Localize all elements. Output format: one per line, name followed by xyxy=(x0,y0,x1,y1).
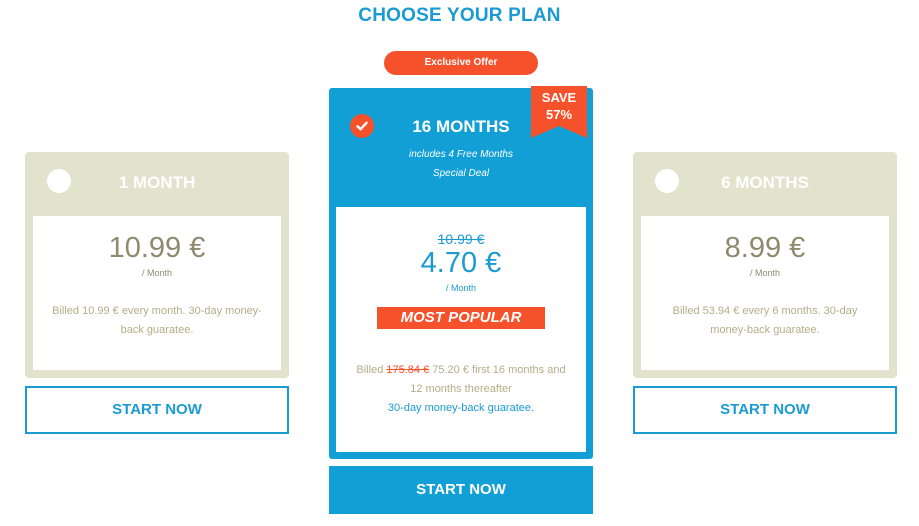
old-price: 10.99 € xyxy=(437,231,485,247)
save-text: SAVE 57% xyxy=(531,89,587,123)
start-now-button-16-months[interactable]: START NOW xyxy=(329,466,593,514)
billing-line-2: 12 months thereafter xyxy=(410,383,512,395)
plan-card-header: 6 MONTHS xyxy=(633,152,897,216)
billing-line-1: Billed 175.84 € 75.20 € first 16 months … xyxy=(346,361,576,380)
plan-price: 4.70 € xyxy=(420,247,502,279)
start-now-button-6-months[interactable]: START NOW xyxy=(633,386,897,434)
most-popular-badge: MOST POPULAR xyxy=(377,307,545,329)
save-ribbon-badge: SAVE 57% xyxy=(531,86,587,138)
billing-details: Billed 10.99 € every month. 30-day money… xyxy=(52,305,262,336)
plan-subtitle-free-months: includes 4 Free Months xyxy=(409,149,513,160)
price-period: / Month xyxy=(749,268,780,278)
guarantee-text: 30-day money-back guaratee. xyxy=(387,402,535,414)
plan-card-header: 1 MONTH xyxy=(25,152,289,216)
billing-details: Billed 53.94 € every 6 months. 30-day mo… xyxy=(672,305,858,336)
plan-card-16-months[interactable]: 16 MONTHS includes 4 Free Months Special… xyxy=(329,86,593,459)
plan-subtitle-special-deal: Special Deal xyxy=(432,168,490,179)
price-period: / Month xyxy=(141,268,172,278)
price-period: / Month xyxy=(445,283,476,293)
plan-card-6-months[interactable]: 6 MONTHS 8.99 € / Month Billed 53.94 € e… xyxy=(633,152,897,378)
billing-details: Billed 175.84 € 75.20 € first 16 months … xyxy=(346,361,576,418)
billed-old-amount: 175.84 € xyxy=(386,364,430,376)
plan-card-1-month[interactable]: 1 MONTH 10.99 € / Month Billed 10.99 € e… xyxy=(25,152,289,378)
plan-card-body: 10.99 € / Month Billed 10.99 € every mon… xyxy=(33,216,281,370)
billed-new-amount: 75.20 € first 16 months and xyxy=(432,364,566,376)
exclusive-offer-badge: Exclusive Offer xyxy=(384,51,538,75)
save-percent: 57% xyxy=(545,107,573,122)
plan-card-body: 8.99 € / Month Billed 53.94 € every 6 mo… xyxy=(641,216,889,370)
plan-name: 1 MONTH xyxy=(118,173,196,192)
plan-price: 10.99 € xyxy=(108,232,206,264)
plan-name: 6 MONTHS xyxy=(721,173,809,192)
plan-card-body: 10.99 € 4.70 € / Month MOST POPULAR Bill… xyxy=(336,207,586,452)
save-label: SAVE xyxy=(541,90,577,105)
billed-prefix: Billed xyxy=(356,364,384,376)
start-now-button-1-month[interactable]: START NOW xyxy=(25,386,289,434)
plan-price: 8.99 € xyxy=(724,232,806,264)
page-title: CHOOSE YOUR PLAN xyxy=(358,5,561,26)
